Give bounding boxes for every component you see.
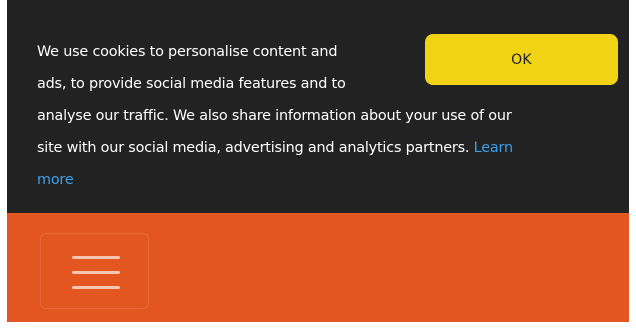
cookie-message-line-4: site with our social media, advertising …: [37, 132, 617, 164]
cookie-message-line-3: analyse our traffic. We also share infor…: [37, 108, 512, 124]
hamburger-line-top-icon: [72, 256, 120, 259]
cookie-consent-banner: We use cookies to personalise content an…: [7, 0, 629, 213]
accept-cookies-button[interactable]: OK: [425, 34, 618, 85]
hamburger-line-bottom-icon: [72, 286, 120, 289]
learn-more-link-end[interactable]: more: [37, 172, 74, 188]
menu-button[interactable]: [40, 233, 149, 309]
hamburger-line-middle-icon: [72, 271, 120, 274]
page-viewport: g We use cookies to personalise content …: [0, 0, 636, 329]
cookie-message-line-4-text: site with our social media, advertising …: [37, 140, 470, 156]
hamburger-menu-icon: [72, 255, 120, 290]
cookie-message-line-5: more: [37, 164, 617, 196]
learn-more-link-start[interactable]: Learn: [474, 140, 513, 156]
